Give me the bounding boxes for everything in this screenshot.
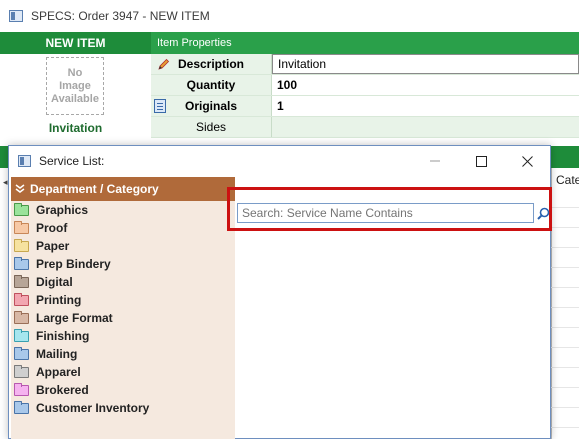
originals-label-text: Originals: [184, 99, 237, 113]
property-row-originals: Originals 1: [151, 96, 579, 117]
sides-field[interactable]: [272, 117, 579, 137]
category-label: Graphics: [36, 203, 89, 217]
no-image-line-2: Image: [59, 79, 91, 92]
originals-field[interactable]: 1: [272, 96, 579, 116]
category-label: Finishing: [36, 329, 90, 343]
category-label: Large Format: [36, 311, 113, 325]
category-label: Paper: [36, 239, 70, 253]
category-label: Customer Inventory: [36, 401, 150, 415]
category-label: Digital: [36, 275, 73, 289]
category-item-finishing[interactable]: Finishing: [11, 327, 235, 345]
description-label-text: Description: [177, 57, 244, 71]
background-arrow-icon: ◂: [3, 177, 8, 187]
tree-header[interactable]: Department / Category: [11, 177, 235, 201]
category-item-mailing[interactable]: Mailing: [11, 345, 235, 363]
folder-icon: [14, 400, 29, 414]
category-item-apparel[interactable]: Apparel: [11, 363, 235, 381]
item-preview-panel: NEW ITEM No Image Available Invitation: [0, 32, 151, 142]
category-item-prep-bindery[interactable]: Prep Bindery: [11, 255, 235, 273]
category-item-brokered[interactable]: Brokered: [11, 381, 235, 399]
maximize-button[interactable]: [458, 146, 504, 176]
category-item-printing[interactable]: Printing: [11, 291, 235, 309]
originals-label: Originals: [151, 96, 272, 116]
background-grid-rows: [551, 188, 579, 428]
folder-icon: [14, 310, 29, 324]
folder-icon: [14, 364, 29, 378]
property-row-sides: Sides: [151, 117, 579, 138]
category-item-paper[interactable]: Paper: [11, 237, 235, 255]
folder-icon: [14, 256, 29, 270]
folder-icon: [14, 202, 29, 216]
app-window-icon: [9, 10, 23, 22]
maximize-icon: [475, 155, 487, 167]
item-name-label: Invitation: [48, 121, 103, 135]
description-label: Description: [151, 54, 272, 74]
close-button[interactable]: [504, 146, 550, 176]
folder-icon: [14, 292, 29, 306]
folder-icon: [14, 274, 29, 288]
search-icon: [536, 207, 549, 220]
folder-icon: [14, 238, 29, 252]
pencil-icon: [158, 58, 170, 70]
category-list: Graphics Proof Paper Prep Bindery Digital Pri…: [11, 201, 235, 417]
category-label: Proof: [36, 221, 68, 235]
category-label: Apparel: [36, 365, 81, 379]
background-column-header[interactable]: Cate: [556, 173, 579, 187]
quantity-label: Quantity: [151, 75, 272, 95]
category-item-digital[interactable]: Digital: [11, 273, 235, 291]
service-list-dialog: Service List: Department / Category Grap…: [8, 145, 552, 439]
category-tree: Department / Category Graphics Proof Paper…: [11, 177, 235, 439]
category-label: Mailing: [36, 347, 78, 361]
main-title-bar: SPECS: Order 3947 - NEW ITEM: [0, 0, 579, 32]
quantity-field[interactable]: 100: [272, 75, 579, 95]
minimize-icon: [430, 160, 440, 162]
search-input[interactable]: [237, 203, 534, 223]
category-item-proof[interactable]: Proof: [11, 219, 235, 237]
window-title: SPECS: Order 3947 - NEW ITEM: [31, 9, 210, 23]
category-label: Brokered: [36, 383, 89, 397]
category-item-customer-inventory[interactable]: Customer Inventory: [11, 399, 235, 417]
originals-icon: [154, 99, 166, 113]
close-icon: [521, 155, 533, 167]
category-item-large-format[interactable]: Large Format: [11, 309, 235, 327]
property-row-description: Description Invitation: [151, 54, 579, 75]
category-label: Prep Bindery: [36, 257, 111, 271]
no-image-line-1: No: [67, 66, 83, 79]
item-properties-header: Item Properties: [151, 32, 579, 54]
folder-icon: [14, 220, 29, 234]
new-item-header: NEW ITEM: [0, 32, 151, 54]
description-field[interactable]: Invitation: [272, 54, 579, 74]
dialog-window-icon: [18, 155, 31, 167]
search-button[interactable]: [534, 203, 552, 223]
minimize-button[interactable]: [412, 146, 458, 176]
dialog-title: Service List:: [39, 154, 105, 168]
category-label: Printing: [36, 293, 82, 307]
item-properties-panel: Item Properties Description Invitation Q…: [151, 32, 579, 142]
category-item-graphics[interactable]: Graphics: [11, 201, 235, 219]
search-highlight-box: [227, 187, 552, 231]
folder-icon: [14, 328, 29, 342]
property-row-quantity: Quantity 100: [151, 75, 579, 96]
folder-icon: [14, 346, 29, 360]
no-image-line-3: Available: [51, 92, 99, 105]
sides-label: Sides: [151, 117, 272, 137]
tree-header-label: Department / Category: [30, 182, 159, 196]
double-chevron-down-icon: [15, 184, 25, 193]
no-image-placeholder[interactable]: No Image Available: [46, 57, 104, 115]
folder-icon: [14, 382, 29, 396]
